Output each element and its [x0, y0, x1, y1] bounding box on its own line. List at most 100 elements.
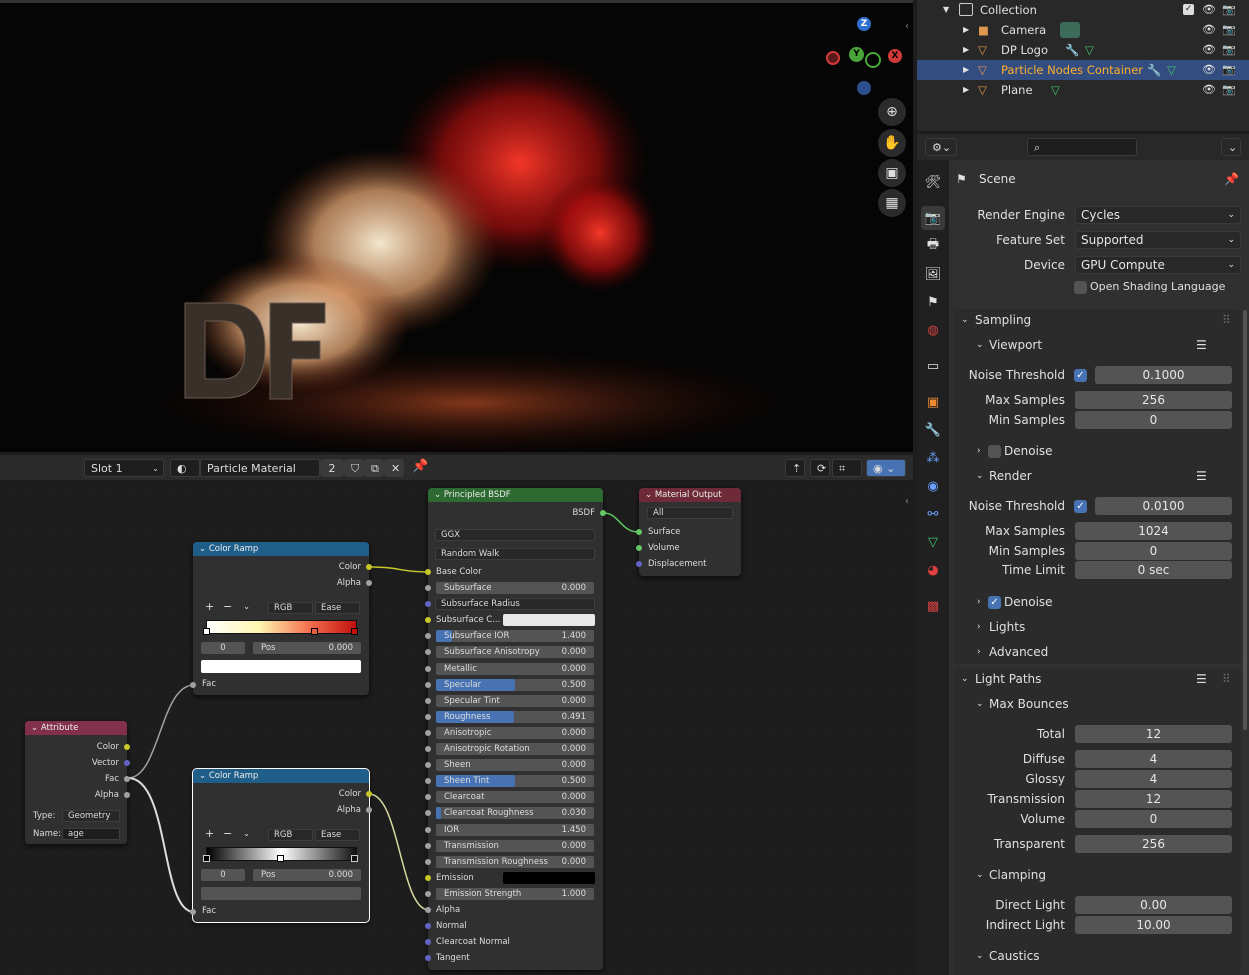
eye-visibility-icon[interactable]: 👁 — [1202, 43, 1216, 56]
min-samples-field[interactable]: 0 — [1075, 542, 1232, 560]
pin-icon[interactable]: 📌 — [412, 459, 428, 474]
total-field[interactable]: 12 — [1075, 725, 1232, 743]
time-limit-field[interactable]: 0 sec — [1075, 561, 1232, 579]
input-alpha-socket[interactable] — [425, 906, 431, 913]
interpolation-select[interactable]: Ease — [315, 602, 360, 614]
light-paths-title[interactable]: Light Paths — [975, 670, 1041, 688]
subsurface-color-swatch[interactable] — [503, 614, 595, 627]
world-tab-icon[interactable]: ◍ — [921, 318, 945, 342]
stop-index-field[interactable]: 0 — [201, 642, 245, 654]
input-specular-socket[interactable] — [425, 681, 431, 688]
gizmo-x-axis[interactable]: X — [888, 49, 902, 63]
max-samples-field[interactable]: 256 — [1075, 391, 1232, 409]
outliner-row-collection[interactable]: ▼ Collection ✓ — [917, 0, 1249, 20]
eye-visibility-icon[interactable]: 👁 — [1202, 83, 1216, 96]
input-subsurface-socket[interactable] — [425, 585, 431, 591]
input-base-color-socket[interactable] — [425, 569, 431, 575]
output-alpha-socket[interactable] — [366, 807, 372, 813]
emission-strength-field[interactable]: Emission Strength 1.000 — [436, 887, 594, 900]
stop-color-swatch[interactable] — [201, 887, 361, 900]
stop-color-swatch[interactable] — [201, 660, 361, 673]
gizmo-y-axis[interactable]: Y — [849, 47, 864, 62]
options-chevron-icon[interactable]: ⌄ — [1221, 138, 1241, 156]
distribution-select[interactable]: GGX — [435, 529, 595, 541]
input-surface-socket[interactable] — [636, 529, 642, 535]
material-name-field[interactable]: Particle Material — [200, 459, 320, 477]
render-visibility-icon[interactable]: 📷 — [1222, 43, 1236, 56]
constraints-tab-icon[interactable]: ⚯ — [921, 502, 945, 526]
list-presets-icon[interactable]: ☰ — [1196, 336, 1207, 354]
device-select[interactable]: GPU Compute ⌄ — [1075, 256, 1241, 274]
ramp-stop-handle[interactable] — [277, 855, 284, 862]
output-vector-socket[interactable] — [124, 760, 130, 766]
mesh-data-icon[interactable]: ▽ — [1085, 40, 1094, 60]
zoom-icon[interactable]: ⊕ — [878, 98, 906, 126]
remove-stop-button[interactable]: − — [223, 828, 232, 840]
lights-subpanel-title[interactable]: Lights — [989, 618, 1025, 636]
input-emission-strength-socket[interactable] — [425, 890, 431, 897]
texture-tab-icon[interactable]: ▩ — [921, 594, 945, 618]
ramp-menu-chevron-icon[interactable]: ⌄ — [243, 601, 250, 613]
sidebar-toggle-arrow-icon[interactable]: ‹ — [905, 496, 909, 507]
node-header[interactable]: ⌄ Attribute — [25, 721, 127, 735]
subsurface-field[interactable]: Subsurface 0.000 — [436, 582, 594, 594]
subsurface-radius-select[interactable]: Subsurface Radius — [435, 598, 595, 611]
max-samples-field[interactable]: 1024 — [1075, 522, 1232, 540]
gizmo-neg-y[interactable] — [865, 52, 881, 68]
input-specular-tint-socket[interactable] — [425, 697, 431, 704]
collection-tab-icon[interactable]: ▭ — [921, 354, 945, 378]
camera-view-icon[interactable]: ▣ — [878, 159, 906, 187]
output-bsdf-socket[interactable] — [600, 510, 606, 516]
node-header[interactable]: ⌄ Principled BSDF — [428, 488, 603, 502]
diffuse-field[interactable]: 4 — [1075, 750, 1232, 768]
editor-type-dropdown[interactable]: ⚙⌄ — [925, 138, 957, 156]
subpanel-collapsed-icon[interactable]: › — [977, 442, 981, 460]
osl-checkbox[interactable] — [1074, 281, 1087, 294]
material-tab-icon[interactable]: ◕ — [921, 558, 945, 582]
outliner-row-dp-logo[interactable]: ▶ ▽ DP Logo 🔧 ▽ — [917, 40, 1249, 60]
input-tangent-socket[interactable] — [425, 954, 431, 961]
stop-position-field[interactable]: Pos 0.000 — [253, 642, 361, 654]
input-subsurface-color-socket[interactable] — [425, 617, 431, 624]
ramp-stop-handle[interactable] — [351, 855, 358, 862]
subsurface-method-select[interactable]: Random Walk — [435, 548, 595, 560]
clearcoat-roughness-field[interactable]: Clearcoat Roughness 0.030 — [436, 807, 594, 820]
eye-visibility-icon[interactable]: 👁 — [1202, 23, 1216, 36]
anisotropic-field[interactable]: Anisotropic 0.000 — [436, 726, 594, 739]
slot-dropdown[interactable]: Slot 1 ⌄ — [84, 459, 164, 477]
sampling-title[interactable]: Sampling — [975, 311, 1031, 329]
list-presets-icon[interactable]: ☰ — [1196, 467, 1207, 485]
input-clearcoat-socket[interactable] — [425, 794, 431, 801]
eye-visibility-icon[interactable]: 👁 — [1202, 63, 1216, 76]
input-volume-socket[interactable] — [636, 545, 642, 551]
interpolation-select[interactable]: Ease — [315, 829, 360, 841]
subpanel-expand-icon[interactable]: ⌄ — [976, 336, 984, 354]
direct-light-field[interactable]: 0.00 — [1075, 896, 1232, 914]
subpanel-collapsed-icon[interactable]: › — [977, 618, 981, 636]
roughness-field[interactable]: Roughness 0.491 — [436, 710, 594, 723]
particles-tab-icon[interactable]: ⁂ — [921, 446, 945, 470]
panel-expand-icon[interactable]: ⌄ — [961, 311, 969, 329]
render-engine-select[interactable]: Cycles ⌄ — [1075, 206, 1241, 224]
input-sheen-tint-socket[interactable] — [425, 778, 431, 785]
add-stop-button[interactable]: + — [205, 601, 214, 613]
unlink-material-icon[interactable]: ✕ — [384, 459, 404, 477]
material-users-count[interactable]: 2 — [320, 459, 344, 477]
transmission-field[interactable]: Transmission 0.000 — [436, 839, 594, 852]
subpanel-expand-icon[interactable]: ⌄ — [976, 695, 984, 713]
input-clearcoat-roughness-socket[interactable] — [425, 810, 431, 817]
sheen-tint-field[interactable]: Sheen Tint 0.500 — [436, 775, 594, 788]
input-anisotropic-socket[interactable] — [425, 729, 431, 736]
material-output-node[interactable]: ⌄ Material Output All Surface Volume Dis… — [636, 488, 741, 576]
subsurface-ior-field[interactable]: Subsurface IOR 1.400 — [436, 630, 594, 643]
transmission-field[interactable]: 12 — [1075, 790, 1232, 808]
input-subsurface-anisotropy-socket[interactable] — [425, 649, 431, 656]
input-transmission-socket[interactable] — [425, 842, 431, 849]
render-visibility-icon[interactable]: 📷 — [1222, 23, 1236, 36]
advanced-subpanel-title[interactable]: Advanced — [989, 643, 1048, 661]
min-samples-field[interactable]: 0 — [1075, 411, 1232, 429]
outliner-row-camera[interactable]: ▶ ■ Camera — [917, 20, 1249, 40]
specular-field[interactable]: Specular 0.500 — [436, 678, 594, 691]
wrench-modifier-icon[interactable]: 🔧 — [1065, 40, 1079, 60]
metallic-field[interactable]: Metallic 0.000 — [436, 662, 594, 675]
